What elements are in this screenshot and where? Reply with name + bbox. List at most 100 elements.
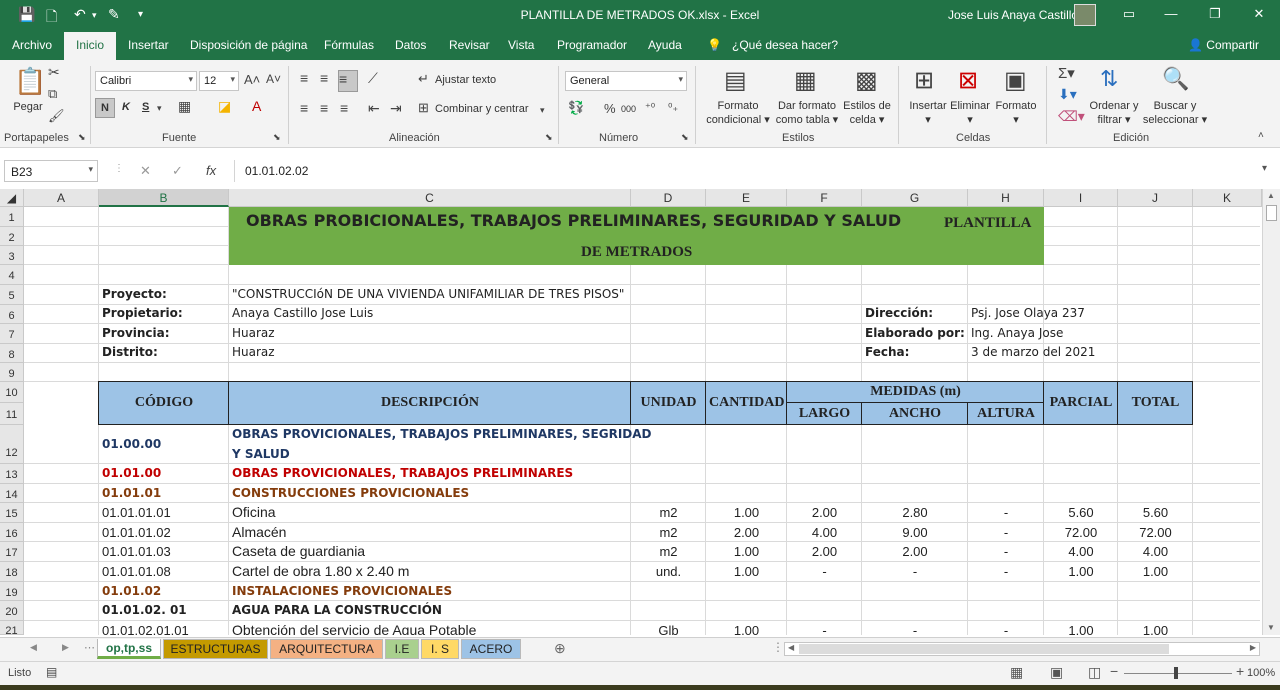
sheet-title-plantilla[interactable]: PLANTILLA [941,212,1035,234]
item-unit[interactable]: und. [631,562,706,581]
maximize-icon[interactable]: ❐ [1200,6,1230,22]
page-layout-view-icon[interactable]: ▣ [1050,664,1063,681]
cell-styles-button[interactable]: Estilos de celda ▾ [840,99,894,127]
number-launcher-icon[interactable]: ⬊ [681,132,689,143]
item-ancho[interactable]: 2.80 [862,503,968,522]
row-header[interactable]: 13 [0,464,24,484]
enter-icon[interactable]: ✓ [172,163,183,179]
item-ancho[interactable]: 9.00 [862,523,968,542]
undo-icon[interactable]: ↶ [74,6,86,23]
column-header-f[interactable]: F [787,189,862,207]
insert-cells-icon[interactable]: ⊞ [914,66,934,95]
increase-decimal-icon[interactable]: ⁺⁰ [645,101,655,114]
format-cells-button[interactable]: Formato ▾ [994,99,1038,127]
row-20-desc[interactable]: AGUA PARA LA CONSTRUCCIÓN [229,601,445,620]
conditional-format-button[interactable]: Formato condicional ▾ [700,99,776,127]
underline-dropdown-icon[interactable]: ▾ [157,103,162,114]
tab-revisar[interactable]: Revisar [449,38,490,52]
orientation-icon[interactable]: ⟋ [368,70,378,87]
sheet-tab-ie[interactable]: I.E [385,639,419,659]
zoom-out-icon[interactable]: − [1110,663,1118,679]
sort-filter-button[interactable]: Ordenar y filtrar ▾ [1086,99,1142,127]
format-cells-icon[interactable]: ▣ [1004,66,1027,95]
item-largo[interactable]: 4.00 [787,523,862,542]
header-medidas[interactable]: MEDIDAS (m) [787,382,1044,401]
tab-programador[interactable]: Programador [557,38,627,52]
column-header-k[interactable]: K [1193,189,1262,207]
row-header[interactable]: 19 [0,582,24,601]
scroll-thumb[interactable] [1266,205,1277,221]
scroll-down-icon[interactable]: ▼ [1267,623,1275,632]
item-desc[interactable]: Almacén [229,523,289,542]
accounting-icon[interactable]: 💱 [568,100,584,116]
sheet-title[interactable]: OBRAS PROBICIONALES, TRABAJOS PRELIMINAR… [243,210,904,232]
fill-icon[interactable]: ⬇▾ [1058,86,1077,103]
row-header[interactable]: 9 [0,363,24,382]
tab-formulas[interactable]: Fórmulas [324,38,374,52]
align-bottom-icon[interactable]: ≡ [338,70,358,92]
format-as-table-button[interactable]: Dar formato como tabla ▾ [772,99,842,127]
select-all-corner[interactable]: ◢ [0,189,24,207]
decrease-decimal-icon[interactable]: ⁰₊ [668,101,678,114]
distrito-value[interactable]: Huaraz [229,343,278,362]
user-name[interactable]: Jose Luis Anaya Castillo [948,8,1078,22]
row-header[interactable]: 5 [0,285,24,305]
increase-indent-icon[interactable]: ⇥ [390,100,402,117]
sheet-tab-op-tp-ss[interactable]: op,tp,ss [97,639,161,659]
item-ancho[interactable]: 2.00 [862,542,968,561]
ribbon-display-icon[interactable]: ▭ [1114,6,1144,22]
underline-button[interactable]: S [142,101,149,113]
item-parcial[interactable]: 1.00 [1044,562,1118,581]
item-total[interactable]: 4.00 [1118,542,1193,561]
column-header-d[interactable]: D [631,189,706,207]
insert-function-icon[interactable]: fx [206,163,216,178]
item-parcial[interactable]: 1.00 [1044,621,1118,635]
zoom-in-icon[interactable]: + [1236,663,1244,679]
item-unit[interactable]: m2 [631,523,706,542]
row-header[interactable]: 17 [0,542,24,562]
item-altura[interactable]: - [968,503,1044,522]
row-20-code[interactable]: 01.01.02. 01 [99,601,190,620]
collapse-ribbon-icon[interactable]: ˄ [1258,130,1264,141]
close-icon[interactable]: ✕ [1244,6,1274,22]
vertical-scrollbar[interactable]: ▲ ▼ [1262,189,1280,635]
item-code[interactable]: 01.01.01.01 [99,503,174,522]
row-header[interactable]: 12 [0,425,24,464]
item-altura[interactable]: - [968,523,1044,542]
sheet-title-metrados[interactable]: DE METRADOS [578,241,695,263]
undo-dropdown-icon[interactable]: ▾ [92,10,97,21]
row-14-desc[interactable]: CONSTRUCCIONES PROVICIONALES [229,484,472,503]
clipboard-launcher-icon[interactable]: ⬊ [78,132,86,143]
direccion-value[interactable]: Psj. Jose Olaya 237 [968,304,1088,323]
tab-archivo[interactable]: Archivo [12,38,52,52]
conditional-format-icon[interactable]: ▤ [724,66,747,95]
column-header-c[interactable]: C [229,189,631,207]
column-header-b[interactable]: B [99,189,229,207]
row-header[interactable]: 7 [0,324,24,344]
fecha-label[interactable]: Fecha: [862,343,912,362]
merge-dropdown-icon[interactable]: ▾ [540,105,545,116]
row-header[interactable]: 8 [0,344,24,363]
format-as-table-icon[interactable]: ▦ [794,66,817,95]
minimize-icon[interactable]: — [1156,6,1186,21]
borders-icon[interactable]: ▦ [178,98,191,115]
item-desc[interactable]: Caseta de guardiania [229,542,368,561]
header-parcial[interactable]: PARCIAL [1044,393,1118,412]
tab-disposicion[interactable]: Disposición de página [190,38,307,52]
header-codigo[interactable]: CÓDIGO [99,393,229,412]
column-header-j[interactable]: J [1118,189,1193,207]
row-header[interactable]: 18 [0,562,24,582]
item-desc[interactable]: Cartel de obra 1.80 x 2.40 m [229,562,412,581]
item-desc[interactable]: Oficina [229,503,279,522]
sheet-tab-arquitectura[interactable]: ARQUITECTURA [270,639,383,659]
item-parcial[interactable]: 4.00 [1044,542,1118,561]
new-file-icon[interactable]: 🗋 [46,6,57,30]
propietario-label[interactable]: Propietario: [99,304,186,323]
row-header[interactable]: 20 [0,601,24,621]
italic-button[interactable]: K [122,101,130,113]
format-painter-quick-icon[interactable]: ✎ [108,6,120,23]
fill-color-icon[interactable]: ◪ [218,98,231,115]
item-largo[interactable]: - [787,562,862,581]
row-19-desc[interactable]: INSTALACIONES PROVICIONALES [229,582,455,601]
row-header[interactable]: 1 [0,207,24,227]
